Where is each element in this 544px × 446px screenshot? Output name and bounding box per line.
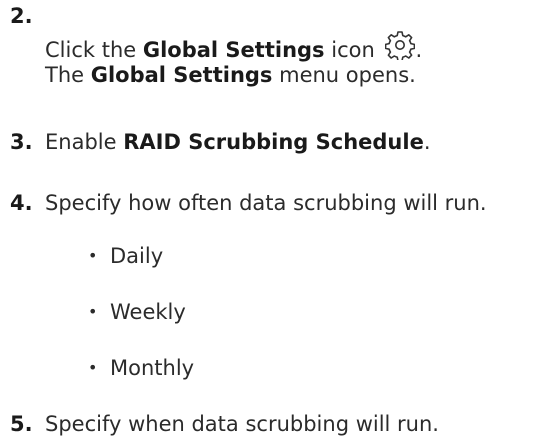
step-4-number: 4. <box>10 191 33 215</box>
option-monthly: Monthly <box>110 356 195 380</box>
global-settings-label-2: Global Settings <box>90 63 273 87</box>
step-3-text-post: . <box>423 130 431 154</box>
list-item: • Daily <box>88 244 163 269</box>
step-5-number: 5. <box>10 412 33 436</box>
step-2-line-2-pre: The <box>45 63 91 87</box>
option-daily: Daily <box>110 244 164 268</box>
list-item: • Monthly <box>88 356 194 381</box>
bullet-icon: • <box>88 246 98 265</box>
list-item: • Weekly <box>88 300 186 325</box>
option-weekly: Weekly <box>110 300 186 324</box>
step-2-number: 2. <box>10 4 33 28</box>
raid-scrubbing-schedule-label: RAID Scrubbing Schedule <box>123 130 424 154</box>
step-2-text-pre: Click the <box>45 38 143 62</box>
step-2-text-post: icon <box>324 38 375 62</box>
bullet-icon: • <box>88 358 98 377</box>
step-2-line-2-post: menu opens. <box>272 63 416 87</box>
step-2-line-1: Click the Global Settings icon . <box>45 30 422 63</box>
step-3-number: 3. <box>10 130 33 154</box>
step-4-line: Specify how often data scrubbing will ru… <box>45 191 487 215</box>
step-3-line: Enable RAID Scrubbing Schedule. <box>45 130 431 155</box>
step-2-line-2: The Global Settings menu opens. <box>45 63 416 88</box>
bullet-icon: • <box>88 302 98 321</box>
gear-icon <box>385 30 416 62</box>
step-2-text-end: . <box>415 38 423 62</box>
step-5-line: Specify when data scrubbing will run. <box>45 412 439 436</box>
step-3-text-pre: Enable <box>45 130 124 154</box>
global-settings-label: Global Settings <box>142 38 325 62</box>
